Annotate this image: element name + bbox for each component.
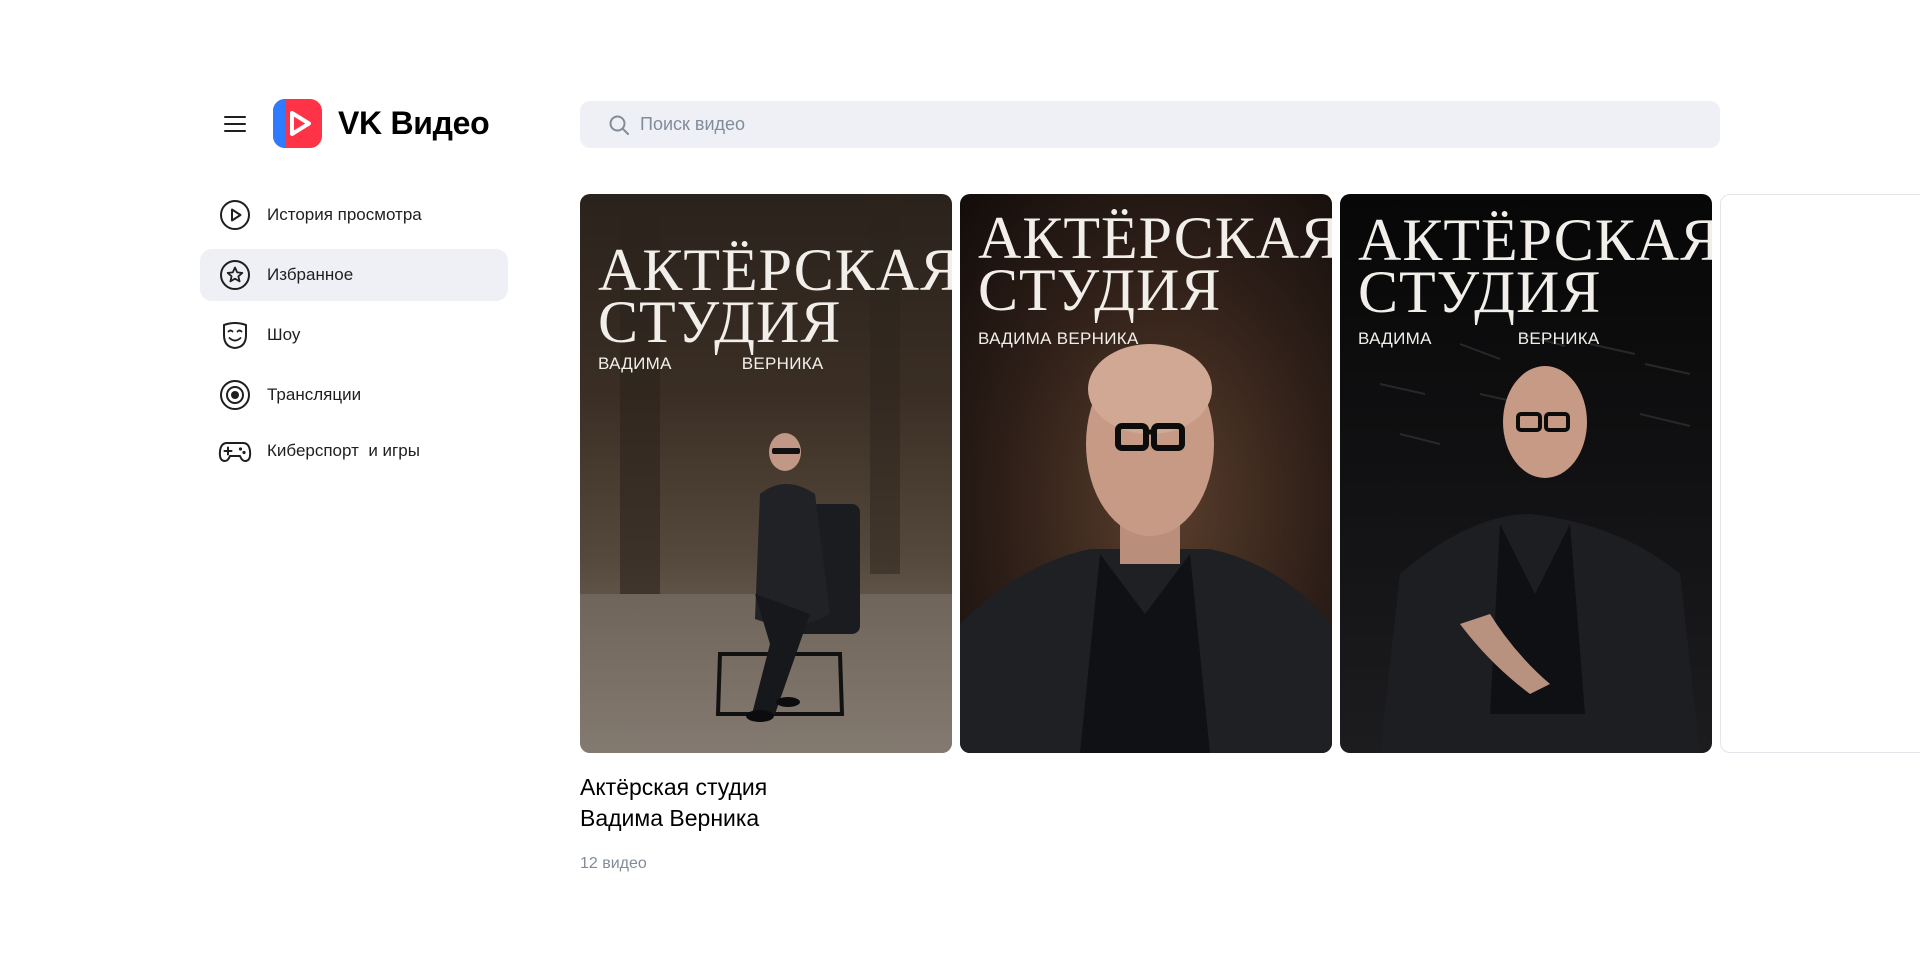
show-poster-card[interactable]: АКТЁРСКАЯ СТУДИЯ ВАДИМА ВЕРНИКА <box>1340 194 1712 753</box>
sidebar-item-label: Избранное <box>267 265 354 284</box>
mask-icon <box>218 318 252 352</box>
sidebar-item-favorites[interactable]: Избранное <box>200 249 508 301</box>
sidebar-item-esports[interactable]: Киберспорт и игры <box>200 425 508 477</box>
show-poster-card-partial[interactable] <box>1720 194 1920 753</box>
search-input[interactable] <box>640 114 1640 135</box>
poster-subtitle: ВАДИМА ВЕРНИКА <box>978 329 1139 348</box>
sidebar-item-label: Шоу <box>267 325 301 344</box>
sidebar-item-broadcasts[interactable]: Трансляции <box>200 369 508 421</box>
gamepad-icon <box>218 434 252 468</box>
sidebar-item-shows[interactable]: Шоу <box>200 309 508 361</box>
sidebar-item-history[interactable]: История просмотра <box>200 189 508 241</box>
show-title[interactable]: Актёрская студия Вадима Верника <box>580 772 940 834</box>
poster-title: АКТЁРСКАЯ СТУДИЯ <box>1358 207 1712 325</box>
logo-text: VK Видео <box>338 105 490 141</box>
star-circle-icon <box>218 258 252 292</box>
sidebar: История просмотра Избранное Шоу Трансляц… <box>200 189 508 485</box>
vk-video-logo-icon <box>273 99 322 148</box>
broadcast-icon <box>218 378 252 412</box>
vk-video-logo[interactable]: VK Видео <box>273 99 490 148</box>
sidebar-item-label: Киберспорт и игры <box>267 441 420 460</box>
show-poster-card[interactable]: АКТЁРСКАЯ СТУДИЯ ВАДИМА ВЕРНИКА <box>580 194 952 753</box>
show-carousel: АКТЁРСКАЯ СТУДИЯ ВАДИМА ВЕРНИКА АКТЁРСКАЯ… <box>580 194 1920 753</box>
search-bar[interactable] <box>580 101 1720 148</box>
play-circle-icon <box>218 198 252 232</box>
show-video-count: 12 видео <box>580 855 647 872</box>
poster-title: АКТЁРСКАЯ СТУДИЯ <box>978 205 1332 323</box>
sidebar-item-label: Трансляции <box>267 385 362 404</box>
vk-video-page: VK Видео История просмотра <box>0 0 1920 974</box>
show-poster-card[interactable]: АКТЁРСКАЯ СТУДИЯ ВАДИМА ВЕРНИКА <box>960 194 1332 753</box>
poster-subtitle: ВАДИМА ВЕРНИКА <box>598 354 824 373</box>
search-icon <box>609 115 629 135</box>
poster-subtitle: ВАДИМА ВЕРНИКА <box>1358 329 1600 348</box>
sidebar-item-label: История просмотра <box>267 205 422 224</box>
hamburger-menu-icon[interactable] <box>224 114 246 132</box>
poster-title: АКТЁРСКАЯ СТУДИЯ <box>598 237 952 355</box>
